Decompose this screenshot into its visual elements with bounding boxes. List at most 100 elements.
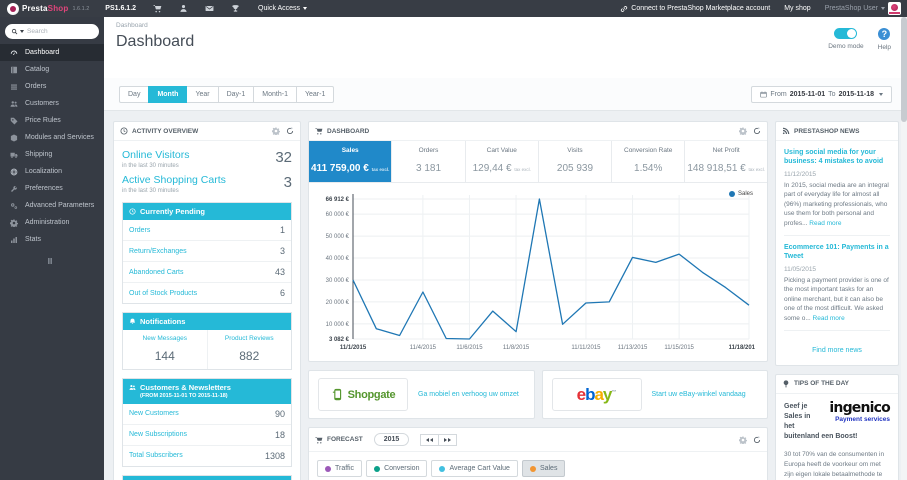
sidebar-item-catalog[interactable]: Catalog: [0, 61, 104, 78]
read-more-link[interactable]: Read more: [813, 315, 845, 322]
sidebar-item-modules[interactable]: Modules and Services: [0, 129, 104, 146]
search-input[interactable]: [27, 28, 93, 35]
breadcrumb[interactable]: Dashboard: [116, 22, 895, 29]
read-more-link[interactable]: Read more: [809, 220, 841, 227]
range-day-1-button[interactable]: Day-1: [217, 85, 255, 103]
scrollbar-thumb[interactable]: [901, 17, 907, 122]
range-year-1-button[interactable]: Year-1: [295, 85, 335, 103]
sidebar-item-price-rules[interactable]: Price Rules: [0, 112, 104, 129]
range-button-group: Day Month Year Day-1 Month-1 Year-1: [119, 85, 335, 103]
range-year-button[interactable]: Year: [186, 85, 219, 103]
customers-icon[interactable]: [179, 4, 188, 13]
wrench-icon: [10, 185, 18, 193]
sidebar-item-orders[interactable]: Orders: [0, 78, 104, 95]
date-range-picker[interactable]: From 2015-11-01 To 2015-11-18: [751, 85, 892, 103]
panel-title: FORECAST: [327, 436, 363, 443]
truck-icon: [10, 151, 18, 159]
panel-title: DASHBOARD: [327, 127, 370, 135]
svg-text:10 000 €: 10 000 €: [326, 322, 350, 328]
sidebar-search[interactable]: [5, 24, 99, 39]
new-messages-cell[interactable]: New Messages 144: [123, 330, 207, 369]
marketplace-connect-link[interactable]: Connect to PrestaShop Marketplace accoun…: [620, 5, 770, 13]
forecast-conversion-button[interactable]: Conversion: [366, 460, 428, 477]
news-article-title[interactable]: Using social media for your business: 4 …: [784, 148, 890, 167]
panel-title: PRESTASHOP NEWS: [794, 127, 860, 135]
sidebar-item-dashboard[interactable]: Dashboard: [0, 44, 104, 61]
ingenico-logo[interactable]: ingenico Payment services: [816, 401, 890, 423]
kpi-orders[interactable]: Orders 3 181: [391, 141, 464, 182]
news-article-title[interactable]: Ecommerce 101: Payments in a Tweet: [784, 243, 890, 262]
sidebar-item-administration[interactable]: Administration: [0, 214, 104, 231]
forecast-next-button[interactable]: [438, 433, 458, 446]
prestashop-logo[interactable]: PrestaShop 1.6.1.2: [0, 2, 96, 15]
sidebar-item-shipping[interactable]: Shipping: [0, 146, 104, 163]
ebay-logo[interactable]: ebay™: [551, 378, 642, 411]
dashboard-content: ACTIVITY OVERVIEW Online Visitors in the…: [104, 111, 907, 480]
sidebar-item-preferences[interactable]: Preferences: [0, 180, 104, 197]
brand-version: 1.6.1.2: [72, 5, 90, 12]
cart-icon[interactable]: [153, 4, 162, 13]
range-month-1-button[interactable]: Month-1: [253, 85, 297, 103]
forecast-year-badge[interactable]: 2015: [373, 433, 410, 446]
sidebar-collapse-button[interactable]: [46, 257, 104, 265]
svg-text:11/8/2015: 11/8/2015: [503, 345, 530, 351]
active-carts-link[interactable]: Active Shopping Carts: [122, 174, 226, 186]
svg-text:66 912 €: 66 912 €: [326, 197, 350, 203]
users-icon: [129, 384, 136, 391]
shopgate-logo[interactable]: Shopgate: [318, 378, 408, 411]
user-menu[interactable]: PrestaShop User: [825, 2, 901, 15]
kpi-conversion-rate[interactable]: Conversion Rate 1.54%: [611, 141, 684, 182]
bell-icon: [129, 318, 136, 325]
forecast-sales-button[interactable]: Sales: [521, 460, 566, 477]
forecast-traffic-button[interactable]: Traffic: [317, 460, 363, 477]
refresh-icon[interactable]: [286, 127, 294, 135]
pending-returns-link[interactable]: Return/Exchanges: [129, 248, 187, 255]
sidebar-item-customers[interactable]: Customers: [0, 95, 104, 112]
traffic-section: Traffic(FROM 2015-11-01 TO 2015-11-18) L…: [122, 474, 292, 480]
range-day-button[interactable]: Day: [119, 85, 150, 103]
product-reviews-cell[interactable]: Product Reviews 882: [206, 330, 292, 369]
sales-line-chart[interactable]: 3 082 € 10 000 € 20 000 € 30 000 € 40 000 € 5…: [311, 187, 763, 359]
ebay-link[interactable]: Start uw eBay-winkel vandaag: [652, 391, 746, 398]
refresh-icon[interactable]: [753, 436, 761, 444]
kpi-net-profit[interactable]: Net Profit 148 918,51 € tax excl.: [684, 141, 767, 182]
trophy-icon[interactable]: [231, 4, 240, 13]
demo-mode-toggle[interactable]: [834, 28, 858, 39]
page-scrollbar[interactable]: [901, 17, 907, 480]
list-icon: [10, 83, 18, 91]
abandoned-carts-link[interactable]: Abandoned Carts: [129, 269, 183, 276]
clock-icon: [129, 208, 136, 215]
out-of-stock-link[interactable]: Out of Stock Products: [129, 290, 197, 297]
svg-text:11/13/2015: 11/13/2015: [618, 345, 648, 351]
kpi-row: Sales 411 759,00 € tax excl. Orders 3 181 …: [309, 141, 767, 183]
forecast-avg-cart-value-button[interactable]: Average Cart Value: [431, 460, 518, 477]
gear-icon[interactable]: [739, 436, 747, 444]
find-more-news-link[interactable]: Find more news: [784, 338, 890, 361]
refresh-icon[interactable]: [753, 127, 761, 135]
sidebar-item-stats[interactable]: Stats: [0, 231, 104, 248]
gear-icon[interactable]: [739, 127, 747, 135]
pending-orders-link[interactable]: Orders: [129, 227, 150, 234]
pending-orders-row: Orders 1: [123, 220, 291, 241]
kpi-cart-value[interactable]: Cart Value 129,44 € tax excl.: [464, 141, 538, 182]
book-icon: [10, 66, 18, 74]
new-customers-link[interactable]: New Customers: [129, 410, 179, 417]
kpi-visits[interactable]: Visits 205 939: [537, 141, 611, 182]
online-visitors-link[interactable]: Online Visitors: [122, 149, 190, 161]
total-subscribers-link[interactable]: Total Subscribers: [129, 452, 183, 459]
shopgate-link[interactable]: Ga mobiel en verhoog uw omzet: [418, 391, 519, 398]
svg-text:11/11/2015: 11/11/2015: [571, 345, 601, 351]
sidebar-item-advanced-parameters[interactable]: Advanced Parameters: [0, 197, 104, 214]
legend-dot: [728, 191, 735, 197]
my-shop-link[interactable]: My shop: [784, 5, 810, 12]
sidebar-item-localization[interactable]: Localization: [0, 163, 104, 180]
quick-access-menu[interactable]: Quick Access: [258, 5, 308, 12]
range-month-button[interactable]: Month: [148, 85, 188, 103]
help-icon[interactable]: ?: [878, 28, 891, 40]
forecast-prev-button[interactable]: [420, 433, 440, 446]
chart-legend[interactable]: Sales: [728, 191, 753, 197]
new-subscriptions-link[interactable]: New Subscriptions: [129, 431, 187, 438]
messages-icon[interactable]: [205, 4, 214, 13]
kpi-sales[interactable]: Sales 411 759,00 € tax excl.: [309, 141, 392, 182]
gear-icon[interactable]: [272, 127, 280, 135]
